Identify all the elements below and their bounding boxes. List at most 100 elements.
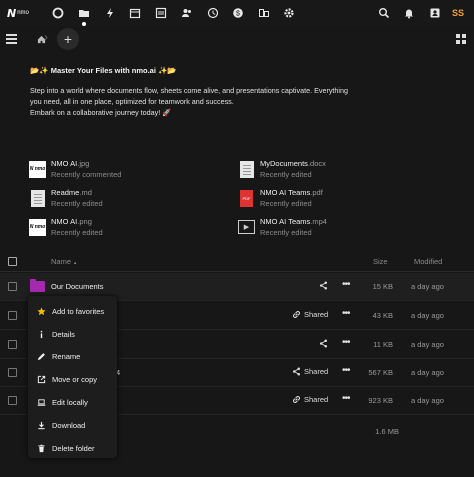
gear-icon[interactable] [282,6,296,20]
logo-text: nmo [17,10,29,16]
image-thumbnail: N nmo [29,218,46,236]
recent-file-name: NMO AI.jpg [51,159,90,168]
select-all-checkbox[interactable] [8,257,17,266]
new-button[interactable]: + [57,28,79,50]
recent-file[interactable]: N nmo NMO AI.png Recently edited [29,215,229,239]
contacts-icon[interactable] [180,6,194,20]
logo[interactable]: N nmo [7,6,43,20]
row-checkbox[interactable] [8,368,17,377]
recent-file-name: NMO AI.png [51,217,92,226]
menu-item-edit-locally[interactable]: Edit locally [28,391,117,414]
recent-file[interactable]: Readme.md Recently edited [29,186,229,210]
sort-asc-icon: ▲ [73,260,78,265]
recent-file[interactable]: ▶ NMO AI Teams.mp4 Recently edited [238,215,438,239]
recent-file[interactable]: N nmo NMO AI.jpg Recently commented [29,157,229,181]
top-bar: N nmo $ SS [0,0,474,26]
grid-view-icon[interactable] [456,34,466,44]
menu-item-move-or-copy[interactable]: Move or copy [28,368,117,391]
total-size: 1.6 MB [375,427,399,436]
menu-item-label: Download [52,420,86,430]
menu-item-rename[interactable]: Rename [28,346,117,369]
recent-file-status: Recently edited [260,199,312,208]
recent-file-name: NMO AI Teams.mp4 [260,217,327,226]
activity-icon[interactable] [103,6,117,20]
recent-file-status: Recently edited [51,228,103,237]
row-checkbox[interactable] [8,282,17,291]
intro-line: Step into a world where documents flow, … [30,86,349,95]
intro-title: 📂✨ Master Your Files with nmo.ai ✨📂 [30,66,177,75]
share-icon[interactable] [319,339,328,348]
folder-icon [30,279,45,292]
recent-file-status: Recently edited [260,228,312,237]
file-modified: a day ago [411,311,444,320]
recent-file-name: Readme.md [51,188,92,197]
menu-item-details[interactable]: Details [28,323,117,346]
context-menu: Add to favorites Details Rename Move or … [28,296,117,458]
file-name[interactable]: Our Documents [51,282,104,291]
file-modified: a day ago [411,340,444,349]
intro-section: 📂✨ Master Your Files with nmo.ai ✨📂 Step… [30,66,440,118]
avatar[interactable]: SS [450,5,466,21]
file-modified: a day ago [411,282,444,291]
menu-item-label: Rename [52,352,81,362]
recent-file[interactable]: PDF NMO AI Teams.pdf Recently edited [238,186,438,210]
star-icon [36,306,46,316]
info-icon [36,329,46,339]
column-name[interactable]: Name ▲ [51,257,77,266]
video-icon: ▶ [238,219,255,236]
team-icon[interactable] [257,6,271,20]
shared-button[interactable]: Shared [292,367,328,376]
recent-file-name: MyDocuments.docx [260,159,326,168]
share-icon[interactable] [319,281,328,290]
intro-line: Embark on a collaborative journey today!… [30,108,172,117]
intro-body: Step into a world where documents flow, … [30,85,440,118]
menu-item-label: Delete folder [52,443,95,453]
shared-label: Shared [304,310,329,319]
shared-label: Shared [304,395,329,404]
file-modified: a day ago [411,396,444,405]
row-checkbox[interactable] [8,311,17,320]
trash-icon [36,443,46,453]
file-size: 43 KB [372,311,393,320]
shared-label: Shared [304,367,329,376]
contacts-menu-icon[interactable] [428,6,442,20]
recent-file-status: Recently edited [51,199,103,208]
download-icon [36,420,46,430]
file-size: 923 KB [368,396,393,405]
file-size: 15 KB [372,282,393,291]
deck-icon[interactable] [154,6,168,20]
file-list-header: Name ▲ Size Modified [0,252,474,272]
column-modified[interactable]: Modified [414,257,442,266]
menu-item-download[interactable]: Download [28,414,117,437]
laptop-icon [36,398,46,408]
breadcrumb-bar: › + [0,27,474,51]
files-icon[interactable] [77,6,91,26]
row-checkbox[interactable] [8,340,17,349]
menu-item-label: Edit locally [52,398,88,408]
home-icon[interactable] [28,31,54,47]
pdf-icon: PDF [238,189,255,207]
document-icon [238,160,255,178]
menu-item-delete-folder[interactable]: Delete folder [28,437,117,460]
menu-item-add-to-favorites[interactable]: Add to favorites [28,300,117,323]
dashboard-icon[interactable] [51,6,65,20]
menu-item-label: Details [52,329,75,339]
column-size[interactable]: Size [373,257,388,266]
recent-file-status: Recently edited [260,170,312,179]
menu-item-label: Add to favorites [52,306,105,316]
image-thumbnail: N nmo [29,160,46,178]
pencil-icon [36,352,46,362]
intro-line: you need, all in one place, optimized fo… [30,97,234,106]
calendar-icon[interactable] [128,6,142,20]
recent-file[interactable]: MyDocuments.docx Recently edited [238,157,438,181]
menu-icon[interactable] [6,34,17,44]
row-checkbox[interactable] [8,396,17,405]
history-icon[interactable] [206,6,220,20]
bell-icon[interactable] [402,6,416,20]
logo-mark: N [7,6,16,20]
file-size: 11 KB [373,340,393,349]
shared-button[interactable]: Shared [292,395,328,404]
shared-button[interactable]: Shared [292,310,328,319]
dollar-icon[interactable]: $ [231,6,245,20]
search-icon[interactable] [377,6,391,20]
